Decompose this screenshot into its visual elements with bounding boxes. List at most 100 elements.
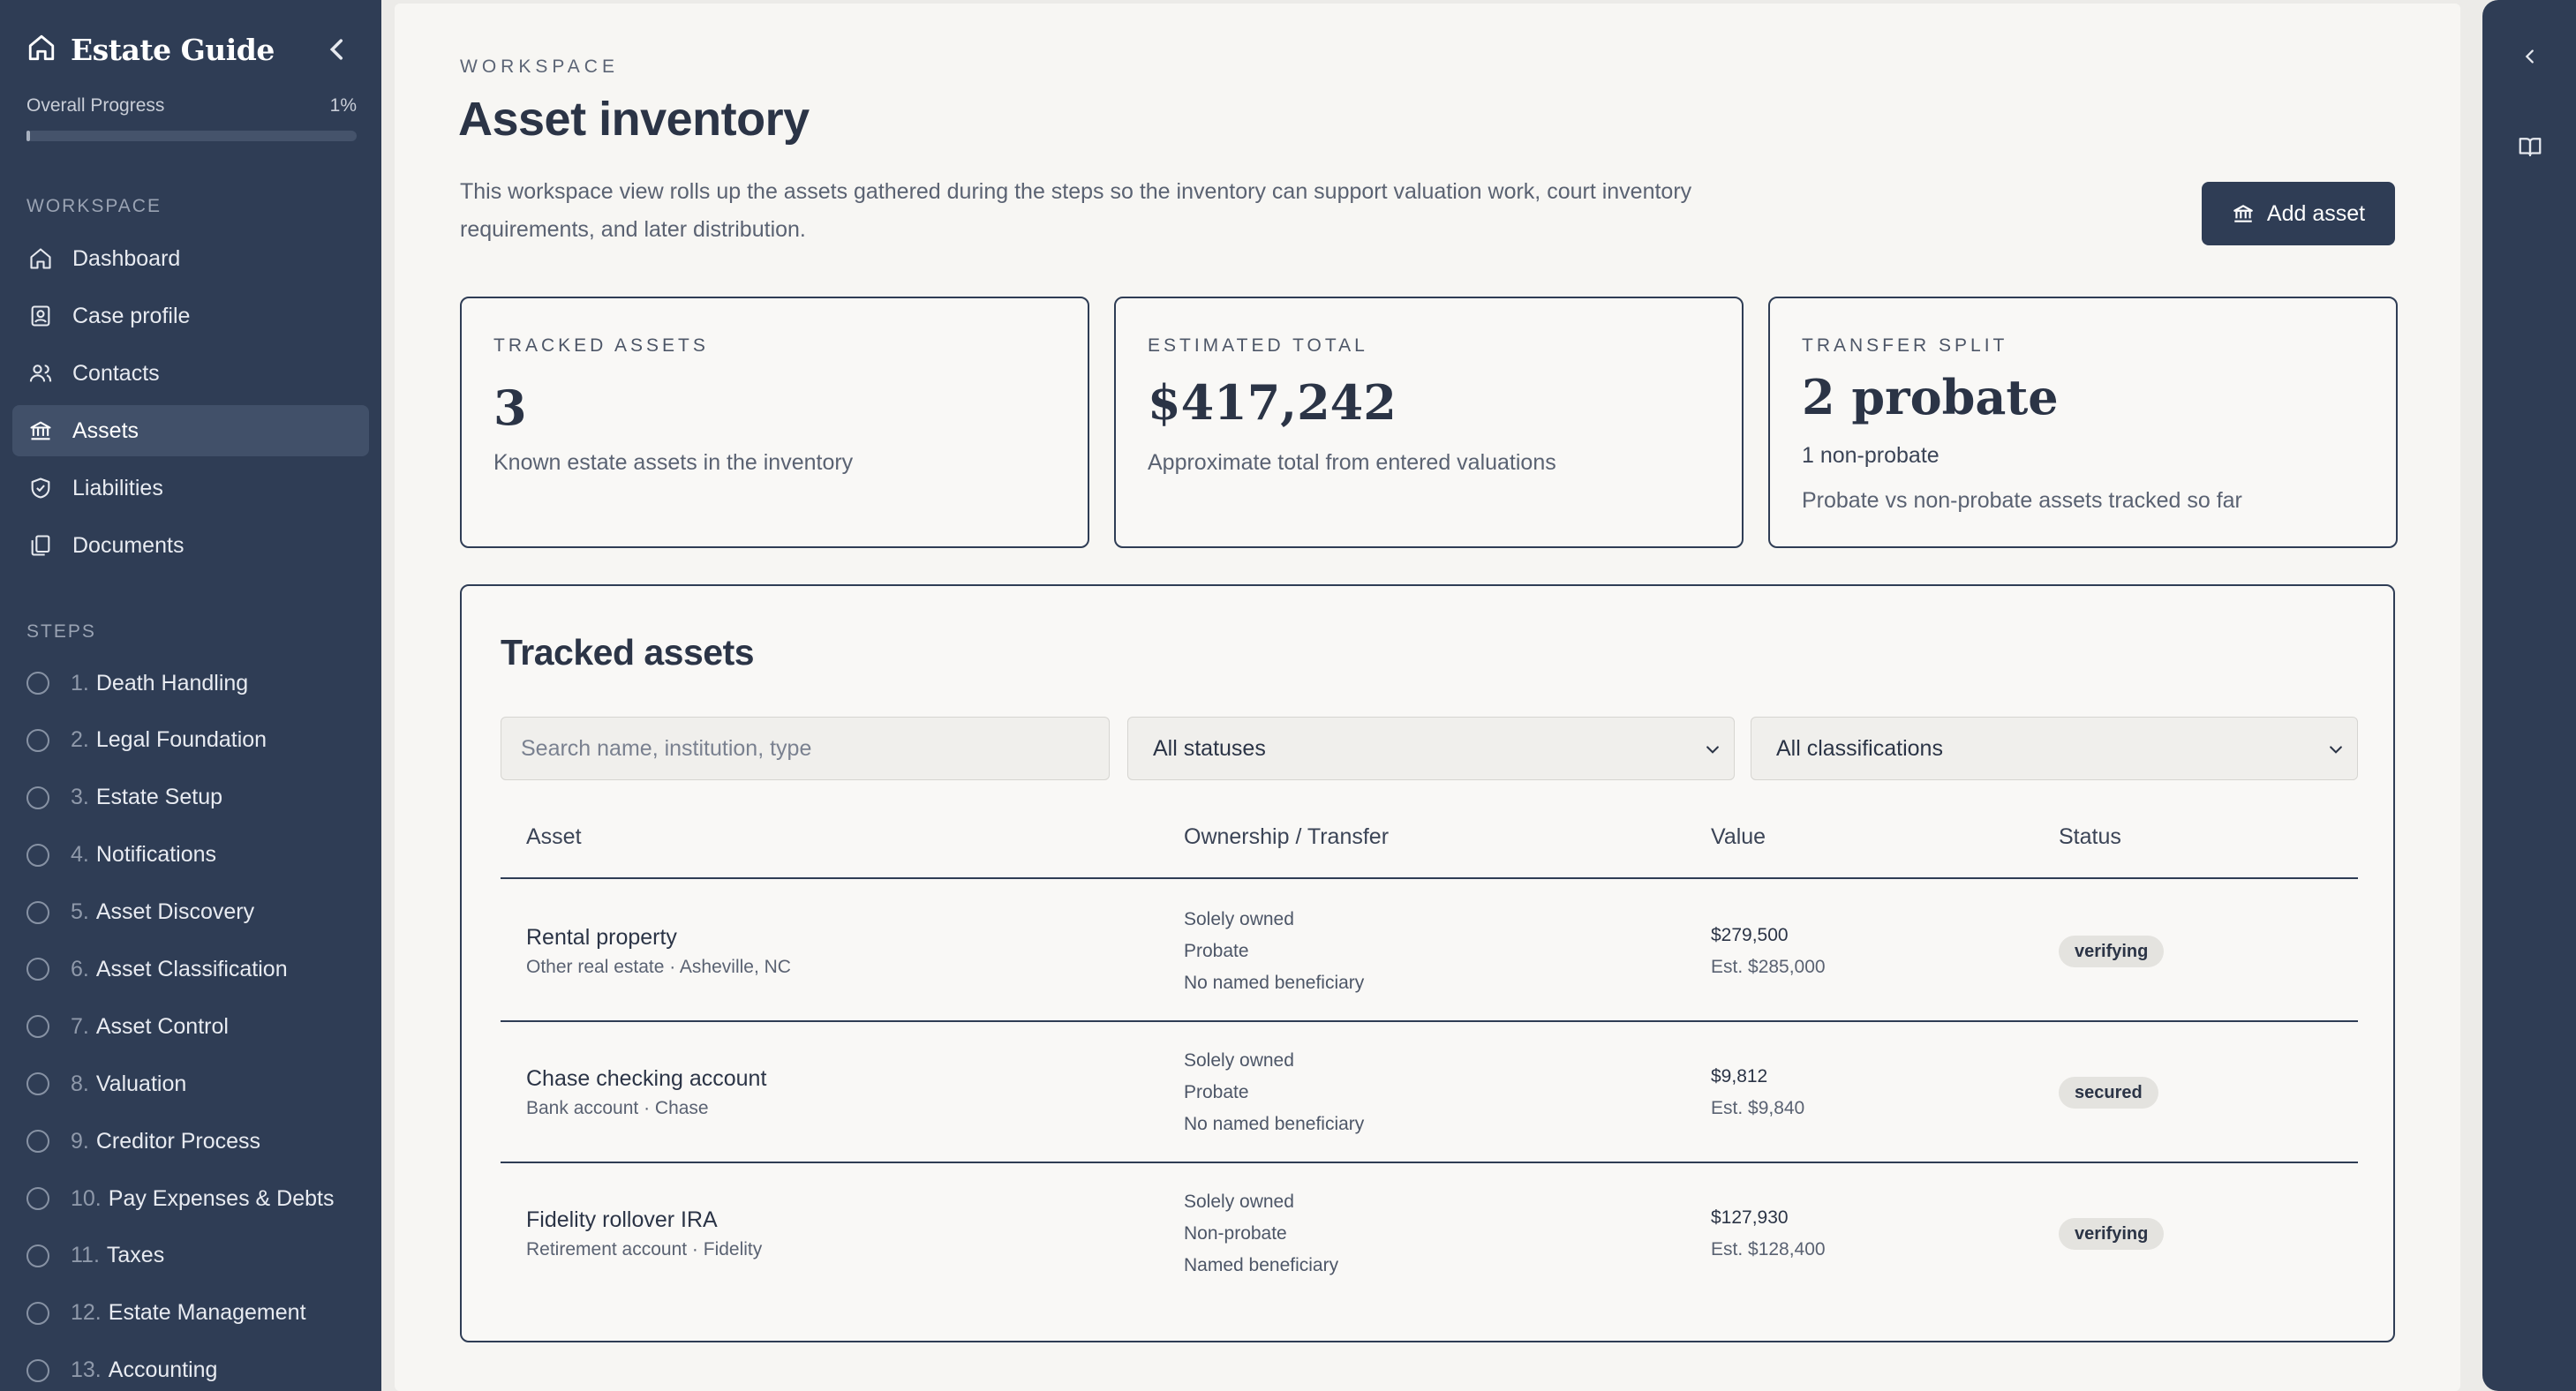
card-value: 3 [493, 380, 527, 436]
sidebar-item-documents[interactable]: Documents [12, 520, 369, 571]
files-icon [31, 535, 50, 556]
guide-book-button[interactable] [2516, 132, 2544, 161]
classification-filter-value: All classifications [1776, 735, 1943, 761]
brand-title: Estate Guide [71, 32, 275, 67]
step-status-circle-icon [26, 900, 49, 924]
tracked-assets-card: TRACKED ASSETS 3 Known estate assets in … [460, 297, 1089, 548]
steps-section-label: STEPS [26, 621, 96, 642]
step-number: 12. [71, 1300, 102, 1326]
status-badge: verifying [2059, 1218, 2165, 1250]
sidebar-step-8[interactable]: 8. Valuation [12, 1058, 369, 1109]
add-asset-button[interactable]: Add asset [2202, 182, 2395, 245]
status-filter-select[interactable]: All statuses [1127, 717, 1735, 780]
sidebar-step-7[interactable]: 7. Asset Control [12, 1001, 369, 1052]
search-input[interactable] [501, 717, 1110, 780]
step-label: Estate Management [108, 1300, 306, 1326]
book-open-icon [2519, 138, 2542, 157]
sidebar-item-label: Dashboard [72, 245, 181, 271]
sidebar-step-9[interactable]: 9. Creditor Process [12, 1116, 369, 1167]
column-header-status[interactable]: Status [2059, 824, 2121, 850]
status-filter-value: All statuses [1153, 735, 1266, 761]
step-status-circle-icon [26, 1072, 49, 1096]
progress-label: Overall Progress [26, 95, 165, 116]
sidebar-step-5[interactable]: 5. Asset Discovery [12, 887, 369, 938]
sidebar-step-12[interactable]: 12. Estate Management [12, 1288, 369, 1339]
asset-value: $279,500 [1711, 925, 1789, 945]
step-number: 1. [71, 670, 89, 696]
sidebar-item-label: Liabilities [72, 475, 163, 500]
step-number: 8. [71, 1071, 89, 1096]
transfer-type: Probate [1184, 1082, 1249, 1102]
step-label: Asset Discovery [95, 899, 255, 925]
sidebar-step-10[interactable]: 10. Pay Expenses & Debts [12, 1173, 369, 1224]
workspace-nav: Dashboard Case profile Contacts Assets L… [12, 233, 369, 577]
asset-estimate: Est. $9,840 [1711, 1098, 1805, 1118]
column-header-asset[interactable]: Asset [526, 824, 582, 850]
page-title: Asset inventory [458, 93, 810, 146]
sidebar: Estate Guide Overall Progress 1% WORKSPA… [0, 0, 381, 1391]
step-label: Legal Foundation [95, 727, 267, 753]
sidebar-step-6[interactable]: 6. Asset Classification [12, 944, 369, 995]
sidebar-step-3[interactable]: 3. Estate Setup [12, 772, 369, 823]
step-status-circle-icon [26, 1130, 49, 1154]
home-icon [30, 248, 51, 269]
step-number: 6. [71, 956, 89, 981]
status-badge: verifying [2059, 936, 2165, 967]
sidebar-item-dashboard[interactable]: Dashboard [12, 233, 369, 284]
sidebar-item-assets[interactable]: Assets [12, 405, 369, 456]
brand: Estate Guide [26, 30, 353, 69]
ownership-type: Solely owned [1184, 909, 1294, 929]
main-content: WORKSPACE Asset inventory This workspace… [395, 4, 2460, 1391]
sidebar-step-13[interactable]: 13. Accounting [12, 1345, 369, 1391]
sidebar-item-contacts[interactable]: Contacts [12, 348, 369, 399]
overall-progress: Overall Progress 1% [26, 95, 357, 117]
card-secondary-value: 1 non-probate [1802, 443, 1940, 468]
status-badge: secured [2059, 1077, 2158, 1109]
chevron-down-icon [2330, 746, 2342, 754]
card-label: TRACKED ASSETS [493, 335, 709, 356]
table-row[interactable]: Rental property Other real estate · Ashe… [501, 881, 2358, 1022]
expand-guide-button[interactable] [2516, 42, 2544, 71]
card-label: TRANSFER SPLIT [1802, 335, 2008, 356]
table-header: Asset Ownership / Transfer Value Status [501, 824, 2358, 879]
collapse-sidebar-button[interactable] [321, 34, 353, 65]
step-label: Accounting [108, 1357, 218, 1383]
step-number: 4. [71, 842, 89, 868]
sidebar-step-4[interactable]: 4. Notifications [12, 830, 369, 881]
card-description: Probate vs non-probate assets tracked so… [1802, 488, 2242, 513]
transfer-type: Probate [1184, 941, 1249, 961]
asset-value: $127,930 [1711, 1207, 1789, 1228]
card-description: Approximate total from entered valuation… [1148, 450, 1556, 475]
sidebar-step-1[interactable]: 1. Death Handling [12, 658, 369, 709]
classification-filter-select[interactable]: All classifications [1751, 717, 2358, 780]
step-status-circle-icon [26, 1244, 49, 1267]
chevron-left-icon [329, 39, 343, 60]
step-status-circle-icon [26, 1358, 49, 1382]
step-number: 13. [71, 1357, 102, 1383]
table-row[interactable]: Chase checking account Bank account · Ch… [501, 1022, 2358, 1163]
asset-value: $9,812 [1711, 1066, 1768, 1086]
sidebar-item-case-profile[interactable]: Case profile [12, 290, 369, 342]
step-label: Taxes [106, 1243, 165, 1268]
page-description: This workspace view rolls up the assets … [460, 179, 1692, 242]
page-eyebrow: WORKSPACE [460, 56, 619, 77]
transfer-split-card: TRANSFER SPLIT 2 probate 1 non-probate P… [1768, 297, 2398, 548]
beneficiary-status: No named beneficiary [1184, 973, 1365, 993]
column-header-ownership[interactable]: Ownership / Transfer [1184, 824, 1389, 850]
users-icon [29, 365, 52, 382]
asset-estimate: Est. $285,000 [1711, 957, 1826, 977]
sidebar-step-2[interactable]: 2. Legal Foundation [12, 715, 369, 766]
sidebar-item-liabilities[interactable]: Liabilities [12, 462, 369, 514]
card-label: ESTIMATED TOTAL [1148, 335, 1368, 356]
step-status-circle-icon [26, 958, 49, 981]
table-row[interactable]: Fidelity rollover IRA Retirement account… [501, 1163, 2358, 1305]
sidebar-item-label: Documents [72, 532, 185, 558]
sidebar-step-11[interactable]: 11. Taxes [12, 1230, 369, 1282]
step-status-circle-icon [26, 843, 49, 867]
step-status-circle-icon [26, 672, 49, 695]
id-card-icon [31, 305, 50, 327]
sidebar-item-label: Assets [72, 417, 139, 443]
sidebar-item-label: Case profile [72, 303, 191, 328]
step-label: Estate Setup [95, 785, 223, 810]
column-header-value[interactable]: Value [1711, 824, 1766, 850]
